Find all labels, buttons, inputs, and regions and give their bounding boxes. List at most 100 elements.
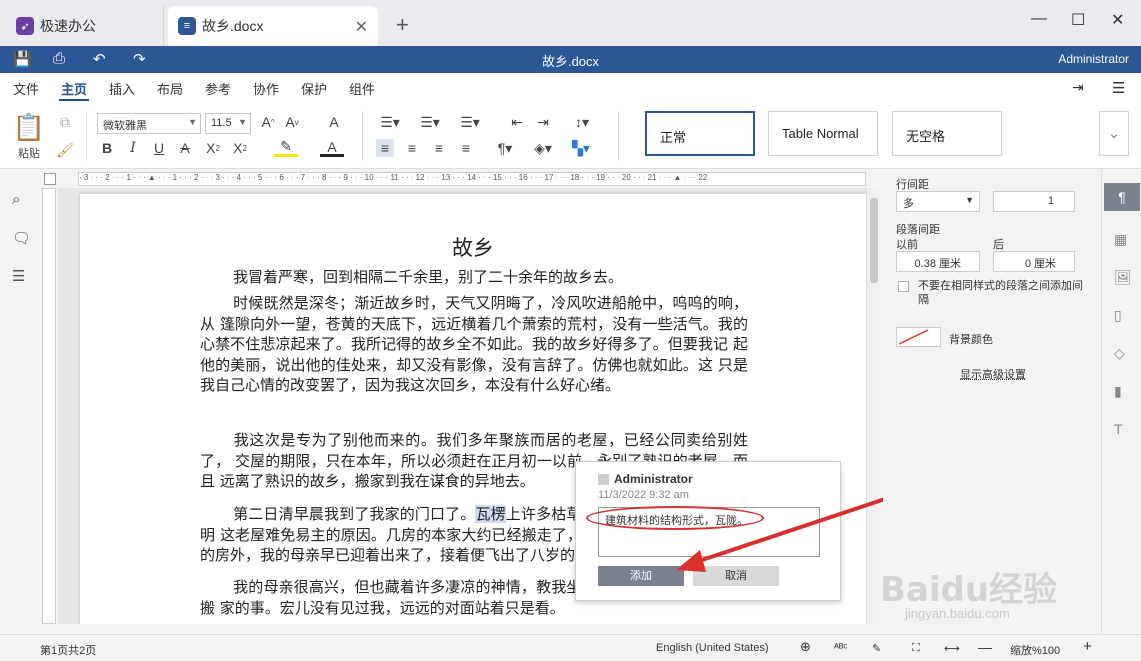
tab-home[interactable]: ➶ 极速办公 [6,6,164,46]
menu-collaborate[interactable]: 协作 [253,79,279,98]
background-color-picker[interactable] [896,327,941,347]
style-table-normal[interactable]: Table Normal [768,111,878,156]
tab-document[interactable]: ≡ 故乡.docx ✕ [168,6,378,46]
horizontal-scrollbar[interactable] [58,624,866,634]
menu-layout[interactable]: 布局 [157,79,183,98]
subscript-icon[interactable]: X2 [230,139,250,157]
align-center-icon[interactable]: ≡ [403,139,421,157]
maximize-icon[interactable]: ☐ [1071,10,1085,30]
navigation-icon[interactable]: ☰ [12,267,25,285]
styles-expand-icon[interactable]: ⌄ [1099,111,1129,156]
divider [86,111,87,161]
menu-references[interactable]: 参考 [205,79,231,98]
strikethrough-icon[interactable]: A [176,139,194,157]
decrease-font-icon[interactable]: Av [283,113,301,131]
divider [618,111,619,161]
user-name[interactable]: Administrator [1058,52,1129,66]
no-space-checkbox[interactable] [898,281,909,292]
minimize-icon[interactable]: — [1031,10,1047,28]
bold-icon[interactable]: B [98,139,116,157]
menu-plugins[interactable]: 组件 [349,79,375,98]
comments-icon[interactable]: 🗨 [12,229,31,247]
zoom-out-icon[interactable]: — [978,639,992,655]
fit-page-icon[interactable]: ⛶ [912,642,920,655]
close-tab-icon[interactable]: ✕ [355,17,368,37]
text-art-icon[interactable]: T [1114,421,1123,437]
shading-icon[interactable]: ◈▾ [530,139,556,157]
background-color-label: 背景颜色 [949,334,993,346]
chart-settings-icon[interactable]: ▮ [1114,383,1122,400]
highlight-icon[interactable]: ✎ [274,138,298,157]
hamburger-menu-icon[interactable]: ☰ [1112,79,1125,97]
comment-author: Administrator [614,472,693,486]
horizontal-ruler[interactable]: · 3 · · · 2 · · · 1 · · · ▲ · · · 1 · · … [78,172,866,186]
numbered-list-icon[interactable]: ☰▾ [416,113,444,131]
menu-protect[interactable]: 保护 [301,79,327,98]
increase-font-icon[interactable]: A ^ [259,113,277,131]
annotation-arrow [676,496,889,572]
search-icon[interactable]: ⌕ [12,191,20,208]
avatar [598,474,609,485]
borders-icon[interactable]: ▚▾ [568,139,594,157]
vertical-ruler[interactable] [42,188,56,624]
style-normal[interactable]: 正常 [645,111,755,156]
zoom-in-icon[interactable]: + [1083,638,1092,655]
paragraph[interactable]: 时候既然是深冬；渐近故乡时，天气又阴晦了，冷风吹进船舱中，呜呜的响，从 篷隙向外… [200,293,748,396]
multilevel-list-icon[interactable]: ☰▾ [456,113,484,131]
menu-insert[interactable]: 插入 [109,79,135,98]
tab-bar: ➶ 极速办公 ≡ 故乡.docx ✕ + — ☐ ✕ [0,0,1141,46]
menu-home[interactable]: 主页 [58,79,90,101]
document-icon: ≡ [178,17,196,35]
open-location-icon[interactable]: ⇥ [1072,79,1084,96]
justify-icon[interactable]: ≡ [457,139,475,157]
font-color-icon[interactable]: A [320,139,344,157]
paragraph-text: 第二日清早晨我到了我家的门口了。 [233,505,476,523]
paragraph-settings-icon[interactable]: ¶ [1104,183,1140,211]
before-label: 以前 [896,239,918,251]
close-window-icon[interactable]: ✕ [1111,10,1124,30]
underline-icon[interactable]: U [150,139,168,157]
line-spacing-value-input[interactable]: 1 [993,191,1075,212]
table-settings-icon[interactable]: ▦ [1114,231,1127,248]
after-label: 后 [993,239,1004,251]
new-tab-icon[interactable]: + [396,12,409,38]
fit-width-icon[interactable]: ⟷ [944,642,960,655]
style-no-spacing[interactable]: 无空格 [892,111,1002,156]
paragraph[interactable]: 我冒着严寒，回到相隔二千余里，别了二十余年的故乡去。 [200,267,748,288]
spacing-before-input[interactable]: 0.38 厘米 [896,251,980,272]
paste-icon[interactable]: 📋 [13,111,45,143]
decrease-indent-icon[interactable]: ⇤ [508,113,526,131]
advanced-settings-link[interactable]: 显示高级设置 [960,366,1026,382]
superscript-icon[interactable]: X2 [203,139,223,157]
track-changes-icon[interactable]: ✎ [872,642,881,655]
paragraph-mark-icon[interactable]: ¶▾ [492,139,518,157]
font-name-select[interactable]: 微软雅黑 ▼ [97,113,201,134]
header-footer-icon[interactable]: ▯ [1114,307,1122,324]
copy-icon[interactable]: ⧉ [56,113,74,131]
clear-format-icon[interactable]: A [325,113,343,131]
language-selector[interactable]: English (United States) [656,642,769,654]
shape-settings-icon[interactable]: ◇ [1114,345,1125,362]
line-spacing-mode-select[interactable]: 多 ▼ [896,191,980,212]
line-spacing-icon[interactable]: ↕▾ [568,113,596,131]
font-size-select[interactable]: 11.5 ▼ [205,113,251,134]
tab-stop-selector[interactable] [44,173,56,185]
align-right-icon[interactable]: ≡ [430,139,448,157]
scroll-thumb[interactable] [870,198,878,283]
right-sidebar: ¶ ▦ 🖼 ▯ ◇ ▮ T [1101,169,1141,634]
watermark-logo: Baidu经验 [880,570,1058,610]
zoom-level: 缩放%100 [1010,645,1061,657]
watermark-url: jingyan.baidu.com [905,606,1010,621]
format-painter-icon[interactable]: 🖌 [56,141,74,159]
spellcheck-icon[interactable]: ᴬᴮᶜ [834,642,847,654]
line-spacing-mode-value: 多 [903,198,914,210]
increase-indent-icon[interactable]: ⇥ [534,113,552,131]
image-settings-icon[interactable]: 🖼 [1114,269,1132,286]
italic-icon[interactable]: I [124,139,142,157]
spacing-after-input[interactable]: 0 厘米 [993,251,1075,272]
align-left-icon[interactable]: ≡ [376,139,394,157]
globe-icon[interactable]: ⊕ [800,639,811,655]
commented-text[interactable]: 瓦楞 [475,505,506,523]
menu-file[interactable]: 文件 [13,79,39,98]
bullet-list-icon[interactable]: ☰▾ [376,113,404,131]
